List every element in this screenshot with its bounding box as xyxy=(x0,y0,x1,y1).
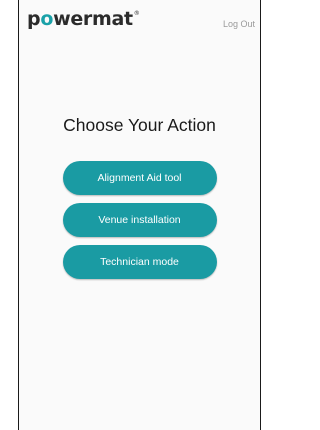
venue-installation-button[interactable]: Venue installation xyxy=(62,203,217,237)
app-screen: p o wermat ® Log Out Choose Your Action Ali… xyxy=(18,0,261,430)
action-list: Alignment Aid tool Venue installation Te… xyxy=(19,161,260,287)
logo-trademark: ® xyxy=(133,10,140,17)
logo-text-suffix: wermat xyxy=(53,8,133,30)
logo-text-prefix: p xyxy=(27,8,41,30)
logout-link[interactable]: Log Out xyxy=(223,19,255,29)
powermat-logo: p o wermat ® xyxy=(27,10,140,29)
alignment-aid-tool-button[interactable]: Alignment Aid tool xyxy=(62,161,217,195)
page-title: Choose Your Action xyxy=(63,115,216,135)
logo-text-accent: o xyxy=(40,8,54,30)
technician-mode-button[interactable]: Technician mode xyxy=(62,245,217,279)
